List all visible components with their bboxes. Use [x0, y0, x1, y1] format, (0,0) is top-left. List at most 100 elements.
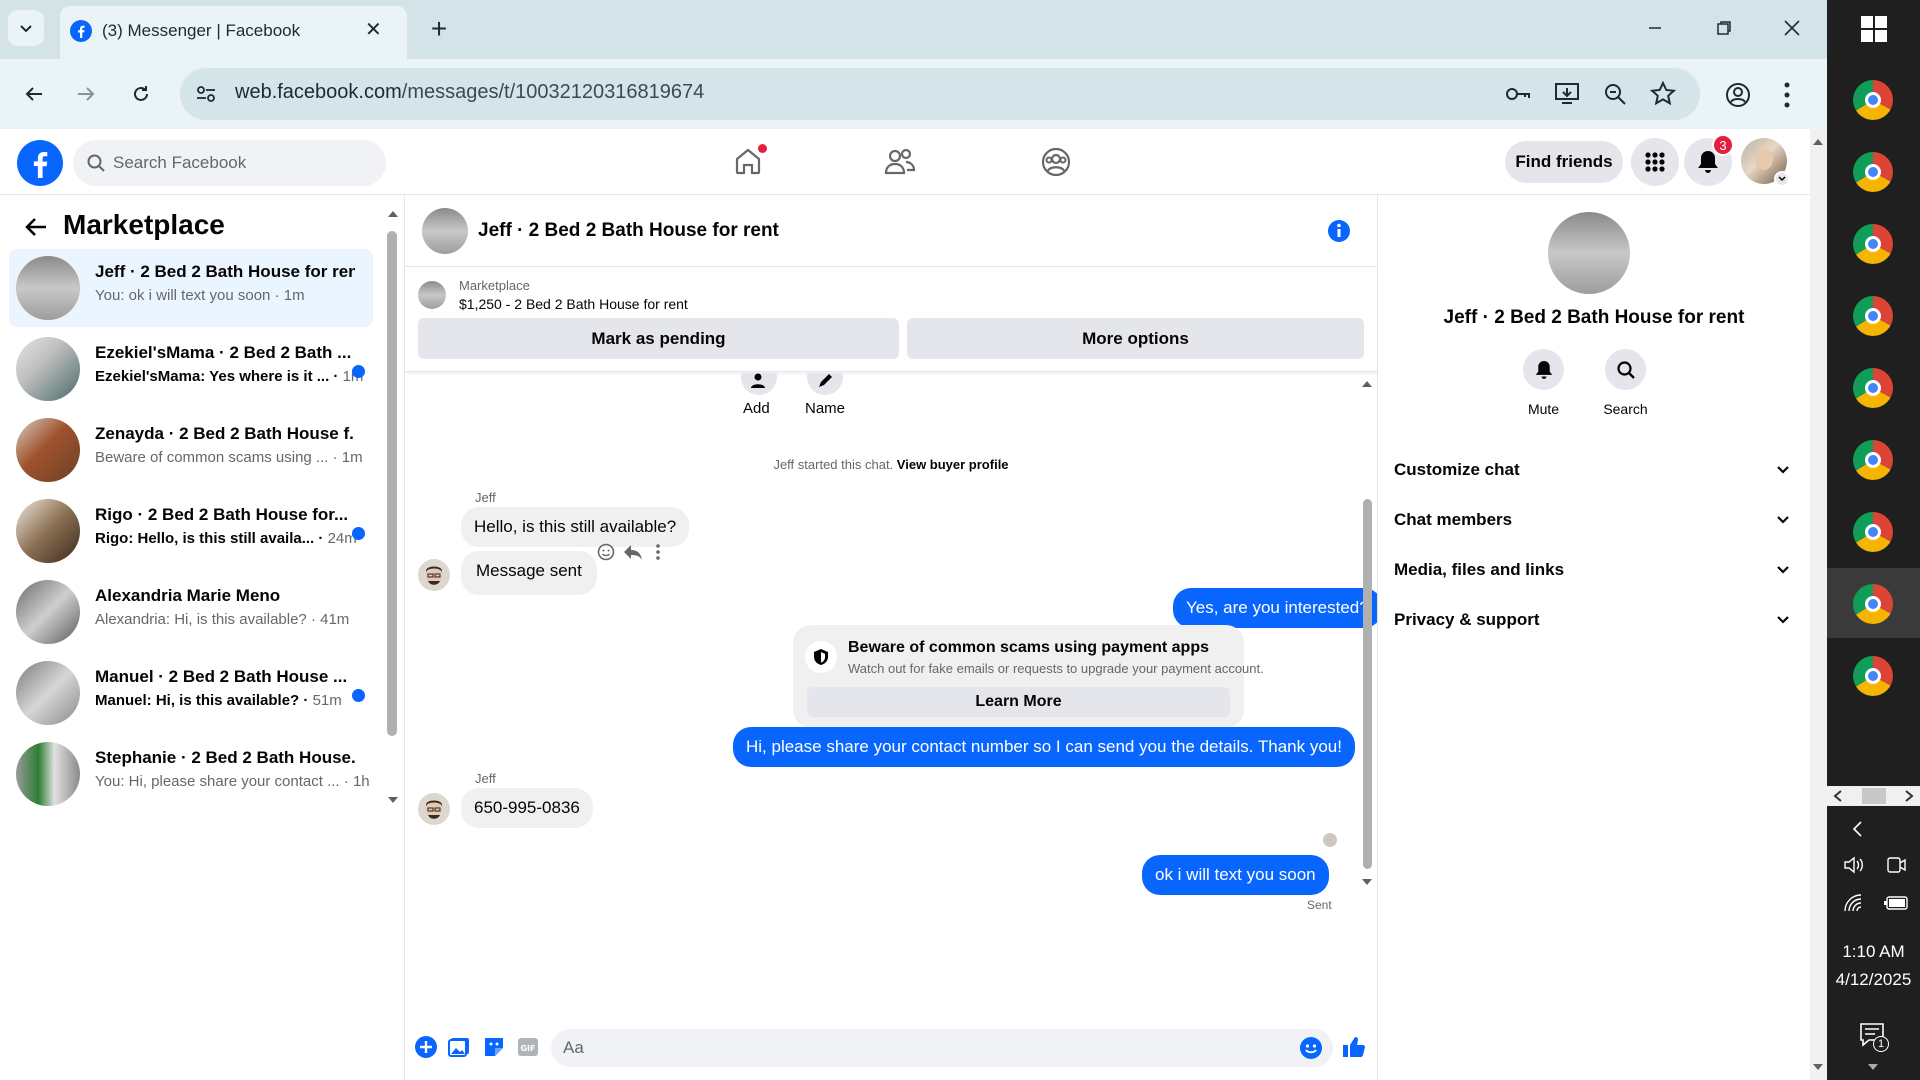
site-info-icon[interactable] [195, 83, 217, 105]
browser-menu-icon[interactable] [1784, 82, 1790, 108]
sender-avatar[interactable] [418, 559, 450, 591]
view-buyer-profile-link[interactable]: View buyer profile [897, 457, 1009, 472]
zoom-icon[interactable] [1603, 82, 1627, 106]
listing-thumbnail[interactable] [418, 281, 446, 309]
privacy-support-section[interactable]: Privacy & support [1394, 598, 1790, 642]
more-options-button[interactable]: More options [907, 318, 1364, 359]
chrome-taskbar-icon[interactable] [1853, 368, 1893, 408]
message-bubble[interactable]: Hello, is this still available? [461, 507, 690, 547]
page-scrollbar[interactable] [1810, 129, 1827, 1080]
conversation-item[interactable]: Jeff · 2 Bed 2 Bath House for rent You: … [9, 249, 373, 327]
chrome-taskbar-icon[interactable] [1853, 296, 1893, 336]
scroll-right-icon[interactable] [1904, 790, 1914, 802]
outgoing-message-bubble[interactable]: ok i will text you soon [1142, 855, 1329, 895]
facebook-logo-icon[interactable] [17, 140, 63, 186]
scroll-up-icon[interactable] [1812, 137, 1824, 147]
scroll-down-icon[interactable] [1361, 877, 1373, 887]
gif-icon[interactable]: GIF [517, 1037, 539, 1057]
customize-chat-section[interactable]: Customize chat [1394, 448, 1790, 492]
profile-icon[interactable] [1725, 82, 1751, 108]
scroll-up-icon[interactable] [1361, 379, 1373, 389]
message-bubble[interactable]: 650-995-0836 [461, 788, 593, 828]
groups-nav-icon[interactable] [1040, 146, 1072, 178]
bookmark-star-icon[interactable] [1650, 81, 1676, 107]
outgoing-message-bubble[interactable]: Yes, are you interested? [1173, 588, 1377, 628]
install-app-icon[interactable] [1554, 82, 1580, 106]
active-tab[interactable]: (3) Messenger | Facebook ✕ [60, 6, 407, 59]
menu-button[interactable] [1631, 138, 1679, 186]
nav-home[interactable] [728, 144, 768, 180]
scroll-down-icon[interactable] [1812, 1062, 1824, 1072]
sender-avatar[interactable] [418, 793, 450, 825]
close-window-button[interactable] [1774, 10, 1810, 46]
info-icon[interactable] [1327, 219, 1351, 243]
minimize-button[interactable] [1637, 10, 1673, 46]
scroll-up-icon[interactable] [387, 209, 399, 219]
learn-more-button[interactable]: Learn More [807, 687, 1230, 717]
photo-icon[interactable] [448, 1037, 470, 1057]
message-input[interactable]: Aa [551, 1029, 1333, 1067]
chat-scrollbar-thumb[interactable] [1363, 499, 1372, 869]
media-files-links-section[interactable]: Media, files and links [1394, 548, 1790, 592]
windows-start-icon[interactable] [1861, 16, 1887, 42]
plus-circle-icon[interactable] [415, 1036, 437, 1058]
details-avatar[interactable] [1548, 212, 1630, 294]
notification-center-button[interactable]: 1 [1859, 1022, 1889, 1052]
battery-icon[interactable] [1884, 895, 1910, 911]
conversation-item[interactable]: Rigo · 2 Bed 2 Bath House for... Rigo: H… [9, 492, 373, 570]
chat-header-title[interactable]: Jeff · 2 Bed 2 Bath House for rent [478, 220, 779, 242]
scrollbar-thumb[interactable] [387, 231, 397, 736]
password-key-icon[interactable] [1505, 83, 1531, 105]
facebook-search-box[interactable]: Search Facebook [73, 140, 386, 186]
new-tab-button[interactable]: + [423, 13, 455, 45]
taskbar-scroller-thumb[interactable] [1862, 788, 1886, 804]
volume-icon[interactable] [1843, 855, 1867, 875]
conversation-list-scrollbar[interactable] [386, 209, 400, 1005]
chevron-left-icon[interactable] [1851, 820, 1863, 838]
chrome-taskbar-icon[interactable] [1853, 440, 1893, 480]
conversation-item[interactable]: Alexandria Marie Meno Alexandria: Hi, is… [9, 573, 373, 651]
chrome-taskbar-icon[interactable] [1853, 584, 1893, 624]
scroll-down-icon[interactable] [387, 795, 399, 805]
notifications-button[interactable]: 3 [1684, 134, 1734, 186]
taskbar-scroll-down-icon[interactable] [1867, 1062, 1879, 1072]
clock-date[interactable]: 4/12/2025 [1827, 970, 1920, 990]
add-people-button[interactable] [741, 373, 777, 395]
tab-close-icon[interactable]: ✕ [365, 17, 382, 42]
chat-members-section[interactable]: Chat members [1394, 498, 1790, 542]
outgoing-message-bubble[interactable]: Hi, please share your contact number so … [733, 727, 1355, 767]
search-in-chat-button[interactable] [1605, 349, 1646, 390]
chrome-taskbar-icon[interactable] [1853, 224, 1893, 264]
chrome-taskbar-icon[interactable] [1853, 512, 1893, 552]
account-chevron[interactable] [1774, 171, 1790, 187]
wifi-icon[interactable] [1843, 893, 1867, 913]
thumbs-up-icon[interactable] [1341, 1035, 1365, 1059]
more-actions-icon[interactable] [655, 543, 661, 561]
chrome-taskbar-icon[interactable] [1853, 656, 1893, 696]
find-friends-button[interactable]: Find friends [1505, 141, 1623, 183]
chrome-taskbar-icon[interactable] [1853, 152, 1893, 192]
meet-now-icon[interactable] [1885, 855, 1907, 875]
reply-icon[interactable] [623, 543, 643, 561]
chrome-taskbar-icon[interactable] [1853, 80, 1893, 120]
mute-button[interactable] [1523, 349, 1564, 390]
restore-button[interactable] [1706, 10, 1742, 46]
back-arrow-icon[interactable] [24, 216, 48, 238]
reload-button[interactable] [123, 76, 159, 112]
friends-nav-icon[interactable] [884, 147, 916, 177]
conversation-item[interactable]: Stephanie · 2 Bed 2 Bath House... You: H… [9, 735, 373, 813]
sticker-icon[interactable] [483, 1036, 505, 1058]
emoji-icon[interactable] [1299, 1036, 1323, 1060]
chat-header-avatar[interactable] [422, 208, 468, 254]
taskbar-scroller[interactable] [1827, 786, 1920, 806]
conversation-item[interactable]: Zenayda · 2 Bed 2 Bath House f... Beware… [9, 411, 373, 489]
message-bubble[interactable]: Message sent [461, 551, 597, 595]
tab-search-button[interactable] [8, 10, 44, 46]
scroll-left-icon[interactable] [1833, 790, 1843, 802]
conversation-item[interactable]: Manuel · 2 Bed 2 Bath House ... Manuel: … [9, 654, 373, 732]
forward-button[interactable] [68, 76, 104, 112]
address-bar[interactable]: web.facebook.com/messages/t/100321203168… [180, 68, 1700, 120]
back-button[interactable] [16, 76, 52, 112]
mark-as-pending-button[interactable]: Mark as pending [418, 318, 899, 359]
conversation-item[interactable]: Ezekiel'sMama · 2 Bed 2 Bath ... Ezekiel… [9, 330, 373, 408]
